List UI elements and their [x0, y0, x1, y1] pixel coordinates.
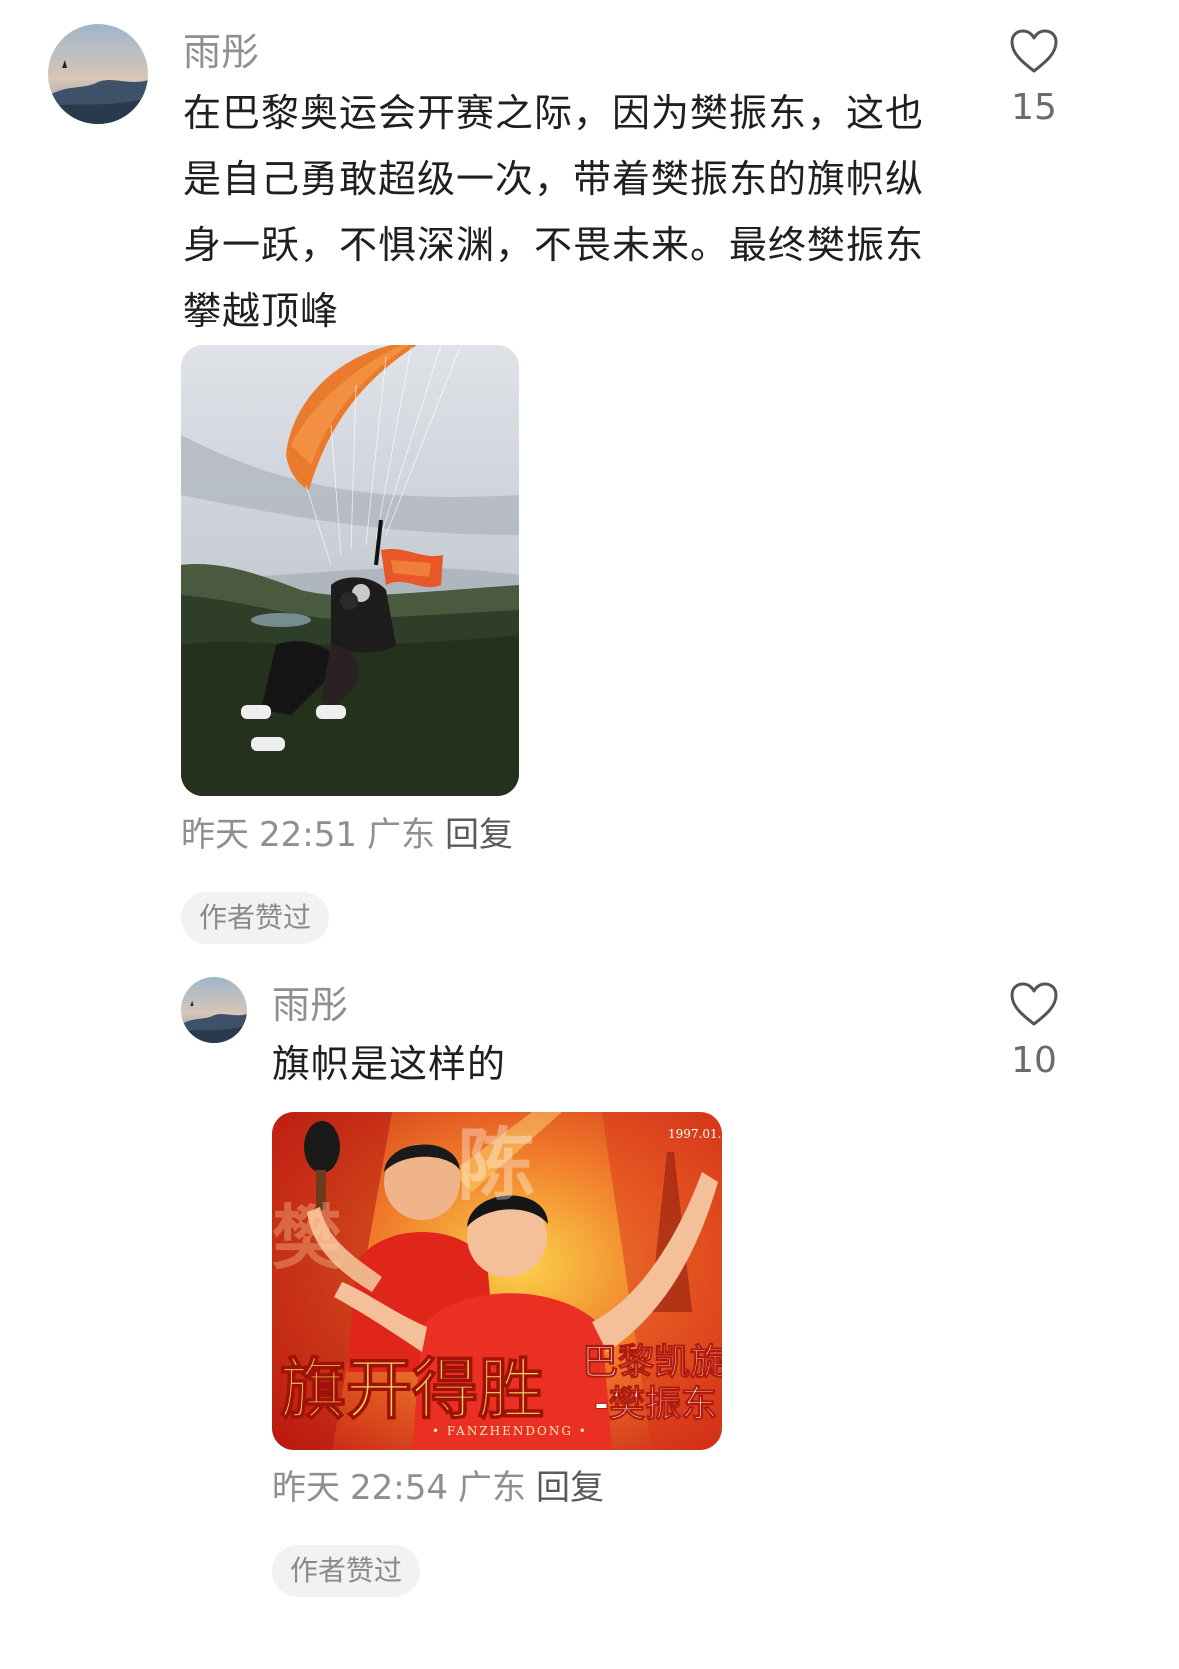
like-count: 10: [1011, 1040, 1057, 1081]
fan-poster-image[interactable]: 陈 樊 旗开得胜 巴黎凯旋 -樊振东 • FANZHENDONG • 1997.…: [272, 1112, 722, 1450]
comment-text-line: 身一跃，不惧深渊，不畏未来。最终樊振东: [183, 223, 925, 267]
poster-caption: • FANZHENDONG •: [432, 1424, 588, 1438]
reply-button[interactable]: 回复: [536, 1468, 604, 1508]
username[interactable]: 雨彤: [272, 983, 348, 1027]
heart-outline-icon: [1010, 29, 1058, 73]
like-button[interactable]: 10: [989, 981, 1079, 1083]
comment-date: 昨天: [272, 1468, 340, 1508]
comment-text-line: 在巴黎奥运会开赛之际，因为樊振东，这也: [183, 91, 925, 135]
poster-headline: 旗开得胜: [280, 1350, 544, 1428]
svg-text:陈: 陈: [457, 1121, 535, 1211]
comment-location: 广东: [457, 1468, 526, 1508]
author-liked-badge: 作者赞过: [272, 1545, 421, 1597]
comment-location: 广东: [366, 815, 435, 855]
heart-outline-icon: [1010, 982, 1058, 1026]
avatar[interactable]: [181, 977, 247, 1043]
paragliding-photo[interactable]: [181, 345, 519, 796]
comment-text: 在巴黎奥运会开赛之际，因为樊振东，这也 是自己勇敢超级一次，带着樊振东的旗帜纵 …: [183, 80, 924, 344]
like-button[interactable]: 15: [989, 28, 1079, 130]
username[interactable]: 雨彤: [183, 30, 259, 74]
poster-date: 1997.01.22: [668, 1127, 722, 1141]
poster-side-line-1: 巴黎凯旋: [582, 1342, 722, 1383]
comment-text-line: 攀越顶峰: [183, 289, 340, 333]
reply-button[interactable]: 回复: [445, 815, 513, 855]
comment-meta: 昨天 22:51 广东 回复: [181, 815, 523, 855]
comment-text: 旗帜是这样的: [272, 1031, 506, 1097]
comment-text-line: 是自己勇敢超级一次，带着樊振东的旗帜纵: [183, 157, 925, 201]
poster-side-line-2: -樊振东: [594, 1384, 717, 1425]
comment-text-line: 旗帜是这样的: [272, 1042, 507, 1086]
comment-1: 雨彤 在巴黎奥运会开赛之际，因为樊振东，这也 是自己勇敢超级一次，带着樊振东的旗…: [0, 0, 1179, 980]
comment-date: 昨天: [181, 815, 249, 855]
like-count: 15: [1011, 87, 1057, 128]
author-liked-badge: 作者赞过: [181, 892, 330, 944]
avatar[interactable]: [48, 24, 148, 124]
comment-time: 22:54: [350, 1468, 448, 1508]
comment-time: 22:51: [259, 815, 357, 855]
comment-meta: 昨天 22:54 广东 回复: [272, 1468, 614, 1508]
svg-text:樊: 樊: [272, 1197, 342, 1279]
